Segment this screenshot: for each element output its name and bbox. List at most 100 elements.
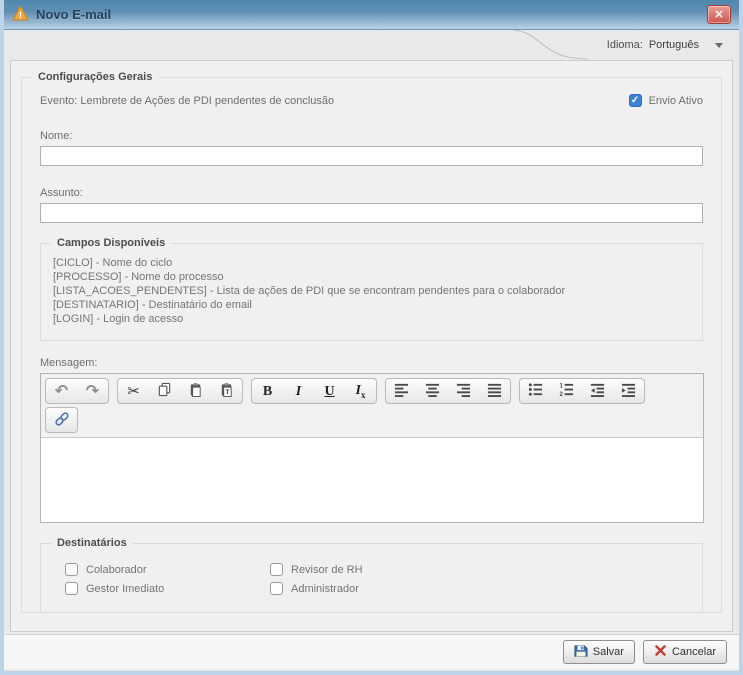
checkbox-label: Colaborador xyxy=(86,564,147,576)
floppy-disk-icon xyxy=(574,644,588,661)
paste-text-button[interactable]: T xyxy=(211,379,242,403)
indent-button[interactable] xyxy=(613,379,644,403)
underline-icon: U xyxy=(324,383,334,399)
close-icon: ✕ xyxy=(714,8,723,21)
idioma-strip: Idioma: Português xyxy=(4,30,739,60)
checkbox-colaborador[interactable] xyxy=(65,563,78,576)
mensagem-label: Mensagem: xyxy=(40,357,703,369)
align-center-button[interactable] xyxy=(417,379,448,403)
align-right-icon xyxy=(456,382,471,400)
fieldset-campos-disponiveis: Campos Disponíveis [CICLO] - Nome do cic… xyxy=(40,243,703,341)
message-editor: ↶↷✂TBIUIx12 xyxy=(40,373,704,523)
link-icon xyxy=(54,411,70,430)
cancel-button-label: Cancelar xyxy=(672,646,716,658)
remove-format-icon: Ix xyxy=(356,382,366,400)
checkbox-label: Administrador xyxy=(291,583,359,595)
dest-option-administrador[interactable]: Administrador xyxy=(270,582,690,595)
dest-option-revisor-de-rh[interactable]: Revisor de RH xyxy=(270,563,690,576)
undo-button[interactable]: ↶ xyxy=(46,379,77,403)
evento-text: Evento: Lembrete de Ações de PDI pendent… xyxy=(40,95,334,107)
toolbar-group: ↶↷ xyxy=(45,378,109,404)
campo-line: [LOGIN] - Login de acesso xyxy=(53,312,690,326)
editor-toolbar: ↶↷✂TBIUIx12 xyxy=(41,374,703,438)
envio-ativo-checkbox[interactable]: ✓ xyxy=(629,94,642,107)
align-left-button[interactable] xyxy=(386,379,417,403)
fieldset-legend: Configurações Gerais xyxy=(32,71,158,83)
undo-icon: ↶ xyxy=(55,383,68,399)
campo-line: [LISTA_ACOES_PENDENTES] - Lista de ações… xyxy=(53,284,690,298)
language-selector[interactable]: Idioma: Português xyxy=(607,39,723,51)
checkbox-revisor-de-rh[interactable] xyxy=(270,563,283,576)
main-panel: Configurações Gerais Evento: Lembrete de… xyxy=(10,60,733,632)
align-left-icon xyxy=(394,382,409,400)
message-editor-area[interactable] xyxy=(41,438,703,522)
redo-icon: ↷ xyxy=(86,383,99,399)
fieldset-destinatarios: Destinatários ColaboradorGestor Imediato… xyxy=(40,543,703,613)
envio-ativo-option[interactable]: ✓ Envio Ativo xyxy=(629,94,703,107)
save-button-label: Salvar xyxy=(593,646,624,658)
title-bar[interactable]: ! Novo E-mail ✕ xyxy=(4,0,739,30)
indent-icon xyxy=(621,382,636,400)
outdent-button[interactable] xyxy=(582,379,613,403)
svg-text:1: 1 xyxy=(559,383,563,390)
novo-email-dialog: ! Novo E-mail ✕ Idioma: Português Config… xyxy=(0,0,743,675)
toolbar-row-2 xyxy=(45,407,699,433)
language-label: Idioma: xyxy=(607,39,643,51)
align-right-button[interactable] xyxy=(448,379,479,403)
dest-option-gestor-imediato[interactable]: Gestor Imediato xyxy=(65,582,270,595)
campo-line: [PROCESSO] - Nome do processo xyxy=(53,270,690,284)
campos-list: [CICLO] - Nome do ciclo[PROCESSO] - Nome… xyxy=(53,256,690,326)
underline-button[interactable]: U xyxy=(314,379,345,403)
fieldset-legend: Campos Disponíveis xyxy=(51,237,171,249)
bold-icon: B xyxy=(263,383,272,399)
link-button[interactable] xyxy=(46,408,77,432)
numbered-list-icon: 12 xyxy=(559,382,574,400)
numbered-list-button[interactable]: 12 xyxy=(551,379,582,403)
envio-ativo-label: Envio Ativo xyxy=(649,95,703,107)
save-button[interactable]: Salvar xyxy=(563,640,635,664)
toolbar-group xyxy=(385,378,511,404)
checkbox-administrador[interactable] xyxy=(270,582,283,595)
paste-text-icon: T xyxy=(219,382,234,400)
tab-curve-decoration xyxy=(513,30,589,60)
bold-button[interactable]: B xyxy=(252,379,283,403)
assunto-input[interactable] xyxy=(40,203,703,223)
language-value: Português xyxy=(649,39,699,51)
align-justify-icon xyxy=(487,382,502,400)
window-title: Novo E-mail xyxy=(36,7,111,22)
fieldset-legend: Destinatários xyxy=(51,537,133,549)
close-button[interactable]: ✕ xyxy=(707,5,731,24)
align-justify-button[interactable] xyxy=(479,379,510,403)
warning-icon: ! xyxy=(12,5,29,24)
nome-label: Nome: xyxy=(40,130,703,142)
toolbar-group: BIU Ix xyxy=(251,378,377,404)
footer-bar: Salvar Cancelar xyxy=(4,634,739,669)
paste-icon xyxy=(188,382,203,400)
destinatarios-options: Colaborador Gestor Imediato Revisor de RH A… xyxy=(65,560,690,598)
bullet-list-icon xyxy=(528,382,543,400)
chevron-down-icon xyxy=(715,43,723,48)
toolbar-group: ✂T xyxy=(117,378,243,404)
svg-text:2: 2 xyxy=(559,391,563,397)
cut-button[interactable]: ✂ xyxy=(118,379,149,403)
redo-button[interactable]: ↷ xyxy=(77,379,108,403)
checkbox-gestor-imediato[interactable] xyxy=(65,582,78,595)
dest-option-colaborador[interactable]: Colaborador xyxy=(65,563,270,576)
remove-format-button[interactable]: Ix xyxy=(345,379,376,403)
italic-button[interactable]: I xyxy=(283,379,314,403)
checkbox-label: Revisor de RH xyxy=(291,564,363,576)
copy-button[interactable] xyxy=(149,379,180,403)
bullet-list-button[interactable] xyxy=(520,379,551,403)
nome-input[interactable] xyxy=(40,146,703,166)
cut-icon: ✂ xyxy=(127,384,140,399)
assunto-label: Assunto: xyxy=(40,187,703,199)
copy-icon xyxy=(157,382,172,400)
toolbar-group xyxy=(45,407,78,433)
checkbox-label: Gestor Imediato xyxy=(86,583,164,595)
cancel-button[interactable]: Cancelar xyxy=(643,640,727,664)
outdent-icon xyxy=(590,382,605,400)
toolbar-row-1: ↶↷✂TBIUIx12 xyxy=(45,378,699,404)
paste-button[interactable] xyxy=(180,379,211,403)
cancel-x-icon xyxy=(654,644,667,660)
align-center-icon xyxy=(425,382,440,400)
